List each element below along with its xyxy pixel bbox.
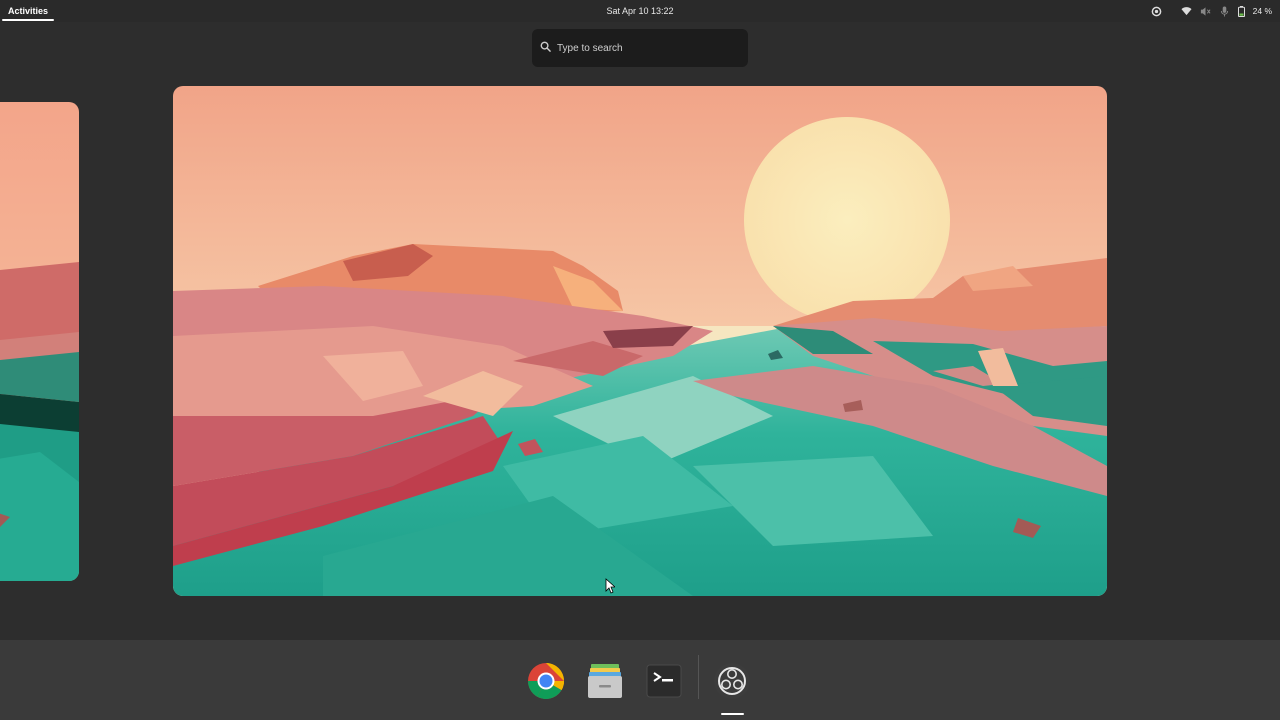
dash-dock [0, 640, 1280, 720]
microphone-icon[interactable] [1219, 5, 1231, 17]
obs-icon [714, 663, 750, 699]
search-icon [540, 39, 551, 57]
dock-app-obs[interactable] [710, 659, 754, 703]
system-tray[interactable]: 24 % [1151, 0, 1272, 22]
workspace-thumbnail-previous[interactable] [0, 102, 79, 581]
dock-app-chrome[interactable] [524, 659, 568, 703]
activities-button[interactable]: Activities [0, 0, 56, 22]
speaker-muted-icon[interactable] [1200, 5, 1212, 17]
battery-icon[interactable] [1238, 5, 1246, 17]
running-indicator [721, 713, 744, 715]
chrome-icon [528, 663, 565, 700]
workspace-thumbnail-current[interactable] [173, 86, 1107, 596]
mouse-cursor-icon [605, 578, 617, 594]
top-bar: Activities Sat Apr 10 13:22 24 % [0, 0, 1280, 22]
dock-app-terminal[interactable] [642, 659, 686, 703]
date-time-clock[interactable]: Sat Apr 10 13:22 [606, 6, 673, 16]
files-icon [588, 664, 622, 698]
battery-percentage: 24 % [1252, 6, 1272, 16]
dock-separator [698, 655, 699, 699]
wifi-icon[interactable] [1181, 5, 1193, 17]
wallpaper-image [0, 102, 79, 581]
wallpaper-image [173, 86, 1107, 596]
clock-area: Sat Apr 10 13:22 [0, 0, 1280, 22]
tray-spacer [1170, 5, 1174, 17]
dock-app-files[interactable] [583, 659, 627, 703]
terminal-icon [646, 664, 682, 698]
search-box[interactable] [532, 29, 748, 67]
search-input[interactable] [557, 42, 737, 54]
screenshot-recording-icon[interactable] [1151, 5, 1163, 17]
